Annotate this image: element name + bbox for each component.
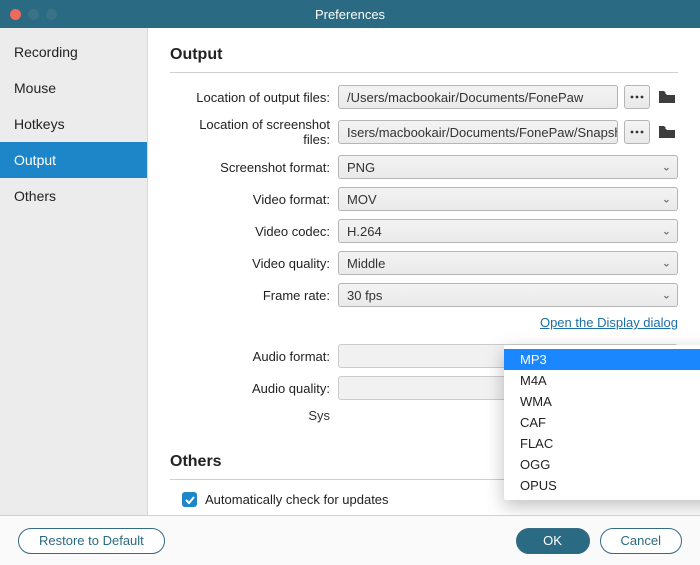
folder-icon (658, 125, 676, 139)
row-frame-rate: Frame rate: 30 fps ⌄ (170, 283, 678, 307)
audio-format-option-opus[interactable]: OPUS (504, 475, 700, 496)
output-section-title: Output (170, 46, 678, 64)
frame-rate-value: 30 fps (347, 288, 382, 303)
sidebar-item-hotkeys[interactable]: Hotkeys (0, 106, 147, 142)
row-output-location: Location of output files: /Users/macbook… (170, 85, 678, 109)
label-sys: Sys (170, 408, 338, 423)
restore-default-button[interactable]: Restore to Default (18, 528, 165, 554)
video-format-value: MOV (347, 192, 377, 207)
label-screenshot-location: Location of screenshot files: (170, 117, 338, 147)
sidebar-item-others[interactable]: Others (0, 178, 147, 214)
open-display-dialog-link[interactable]: Open the Display dialog (540, 315, 678, 330)
folder-icon (658, 90, 676, 104)
label-frame-rate: Frame rate: (170, 288, 338, 303)
label-video-codec: Video codec: (170, 224, 338, 239)
audio-format-option-flac[interactable]: FLAC (504, 433, 700, 454)
label-audio-format: Audio format: (170, 349, 338, 364)
title-bar: Preferences (0, 0, 700, 28)
audio-format-dropdown[interactable]: MP3 M4A WMA CAF FLAC OGG OPUS (504, 345, 700, 500)
screenshot-location-field[interactable]: Isers/macbookair/Documents/FonePaw/Snaps… (338, 120, 618, 144)
main-panel: Output Location of output files: /Users/… (148, 28, 700, 515)
ellipsis-icon (630, 94, 644, 100)
auto-update-checkbox[interactable] (182, 492, 197, 507)
frame-rate-select[interactable]: 30 fps ⌄ (338, 283, 678, 307)
video-quality-select[interactable]: Middle ⌄ (338, 251, 678, 275)
ellipsis-icon (630, 129, 644, 135)
output-location-value: /Users/macbookair/Documents/FonePaw (347, 90, 583, 105)
chevron-down-icon: ⌄ (662, 161, 671, 174)
sidebar: Recording Mouse Hotkeys Output Others (0, 28, 148, 515)
label-output-location: Location of output files: (170, 90, 338, 105)
output-location-more-button[interactable] (624, 85, 650, 109)
label-screenshot-format: Screenshot format: (170, 160, 338, 175)
video-format-select[interactable]: MOV ⌄ (338, 187, 678, 211)
audio-format-option-wma[interactable]: WMA (504, 391, 700, 412)
audio-format-option-ogg[interactable]: OGG (504, 454, 700, 475)
row-screenshot-format: Screenshot format: PNG ⌄ (170, 155, 678, 179)
video-codec-value: H.264 (347, 224, 382, 239)
sidebar-item-mouse[interactable]: Mouse (0, 70, 147, 106)
window-title: Preferences (0, 7, 700, 22)
sidebar-item-recording[interactable]: Recording (0, 34, 147, 70)
screenshot-format-value: PNG (347, 160, 375, 175)
chevron-down-icon: ⌄ (662, 225, 671, 238)
output-location-open-folder[interactable] (656, 85, 678, 109)
row-video-codec: Video codec: H.264 ⌄ (170, 219, 678, 243)
check-icon (185, 495, 195, 505)
screenshot-location-more-button[interactable] (624, 120, 650, 144)
divider (170, 72, 678, 73)
audio-format-option-m4a[interactable]: M4A (504, 370, 700, 391)
label-video-format: Video format: (170, 192, 338, 207)
audio-format-option-caf[interactable]: CAF (504, 412, 700, 433)
chevron-down-icon: ⌄ (662, 193, 671, 206)
video-codec-select[interactable]: H.264 ⌄ (338, 219, 678, 243)
row-video-quality: Video quality: Middle ⌄ (170, 251, 678, 275)
label-video-quality: Video quality: (170, 256, 338, 271)
ok-button[interactable]: OK (516, 528, 590, 554)
screenshot-location-value: Isers/macbookair/Documents/FonePaw/Snaps… (347, 125, 618, 140)
label-audio-quality: Audio quality: (170, 381, 338, 396)
chevron-down-icon: ⌄ (662, 257, 671, 270)
sidebar-item-output[interactable]: Output (0, 142, 147, 178)
screenshot-format-select[interactable]: PNG ⌄ (338, 155, 678, 179)
chevron-down-icon: ⌄ (662, 289, 671, 302)
footer: Restore to Default OK Cancel (0, 515, 700, 565)
auto-update-label: Automatically check for updates (205, 492, 389, 507)
row-screenshot-location: Location of screenshot files: Isers/macb… (170, 117, 678, 147)
screenshot-location-open-folder[interactable] (656, 120, 678, 144)
video-quality-value: Middle (347, 256, 385, 271)
row-video-format: Video format: MOV ⌄ (170, 187, 678, 211)
audio-format-option-mp3[interactable]: MP3 (504, 349, 700, 370)
cancel-button[interactable]: Cancel (600, 528, 682, 554)
output-location-field[interactable]: /Users/macbookair/Documents/FonePaw (338, 85, 618, 109)
